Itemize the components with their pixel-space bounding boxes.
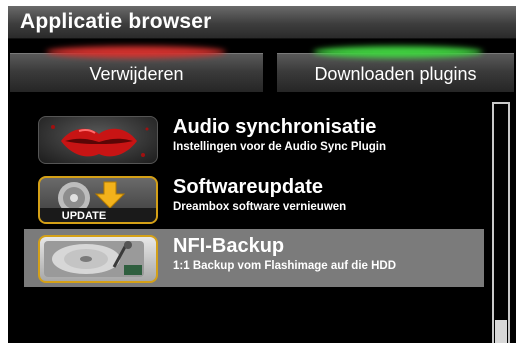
window-title: Applicatie browser bbox=[20, 10, 212, 33]
remove-button-label: Verwijderen bbox=[89, 64, 184, 84]
plugin-item-nfi-backup[interactable]: NFI-Backup 1:1 Backup vom Flashimage auf… bbox=[24, 229, 484, 287]
plugin-list: Audio synchronisatie Instellingen voor d… bbox=[8, 102, 484, 343]
plugin-title: NFI-Backup bbox=[173, 235, 285, 257]
plugin-item-software-update[interactable]: UPDATE Softwareupdate Dreambox software … bbox=[24, 170, 484, 228]
lips-icon bbox=[38, 116, 158, 164]
title-bar: Applicatie browser bbox=[8, 6, 516, 39]
download-plugins-button-label: Downloaden plugins bbox=[314, 64, 477, 84]
download-plugins-button[interactable]: Downloaden plugins bbox=[277, 53, 514, 92]
update-icon: UPDATE bbox=[38, 176, 158, 224]
plugin-title: Audio synchronisatie bbox=[173, 116, 377, 138]
red-key-indicator bbox=[46, 46, 226, 58]
green-key-indicator bbox=[313, 46, 483, 58]
list-scrollbar[interactable] bbox=[492, 102, 510, 343]
scrollbar-thumb[interactable] bbox=[495, 320, 507, 343]
plugin-item-audio-sync[interactable]: Audio synchronisatie Instellingen voor d… bbox=[24, 110, 484, 168]
hard-disk-icon bbox=[38, 235, 158, 283]
remove-button[interactable]: Verwijderen bbox=[10, 53, 263, 92]
plugin-title: Softwareupdate bbox=[173, 176, 324, 198]
plugin-description: Instellingen voor de Audio Sync Plugin bbox=[173, 141, 386, 153]
application-browser-window: Applicatie browser Verwijderen Downloade… bbox=[8, 6, 516, 343]
update-icon-label: UPDATE bbox=[62, 210, 106, 222]
plugin-description: 1:1 Backup vom Flashimage auf die HDD bbox=[173, 260, 397, 272]
plugin-description: Dreambox software vernieuwen bbox=[173, 201, 347, 213]
